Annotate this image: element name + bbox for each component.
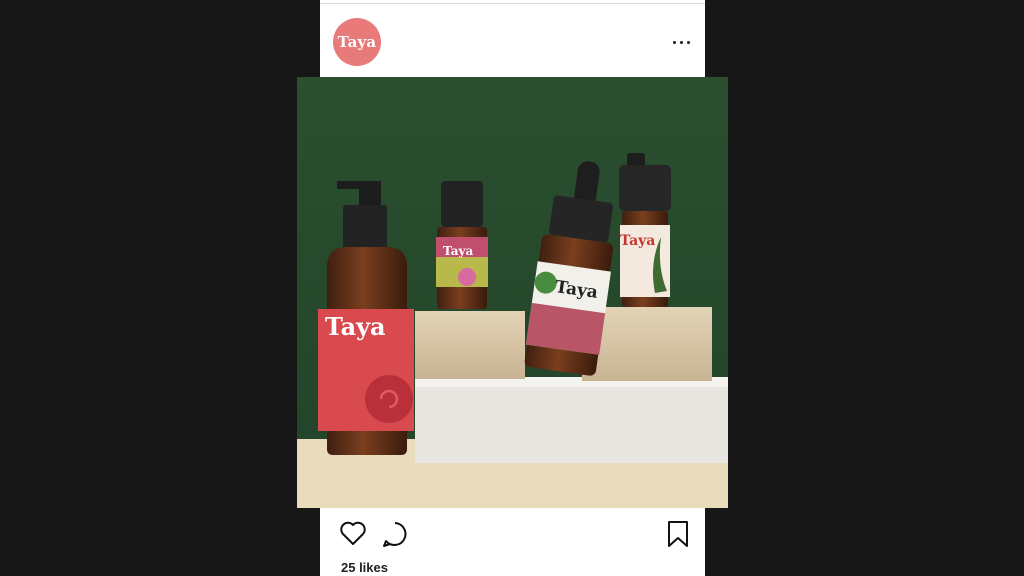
post-image[interactable]: Taya Taya Taya Taya xyxy=(297,77,728,508)
like-button[interactable] xyxy=(339,520,367,551)
bookmark-button[interactable] xyxy=(666,520,690,553)
tall-bottle-label: Taya xyxy=(620,233,655,249)
likes-count[interactable]: 25 likes xyxy=(341,560,388,575)
more-options-icon[interactable] xyxy=(671,36,693,50)
avatar[interactable]: Taya xyxy=(333,18,381,66)
pump-bottle-label: Taya xyxy=(325,312,386,341)
small-bottle-label: Taya xyxy=(443,244,474,258)
bookmark-icon xyxy=(668,521,688,547)
avatar-text: Taya xyxy=(337,33,377,51)
divider xyxy=(320,3,705,4)
comment-icon xyxy=(383,522,407,547)
heart-icon xyxy=(340,521,366,545)
comment-button[interactable] xyxy=(381,520,409,553)
product-photo: Taya Taya Taya Taya xyxy=(297,77,728,508)
